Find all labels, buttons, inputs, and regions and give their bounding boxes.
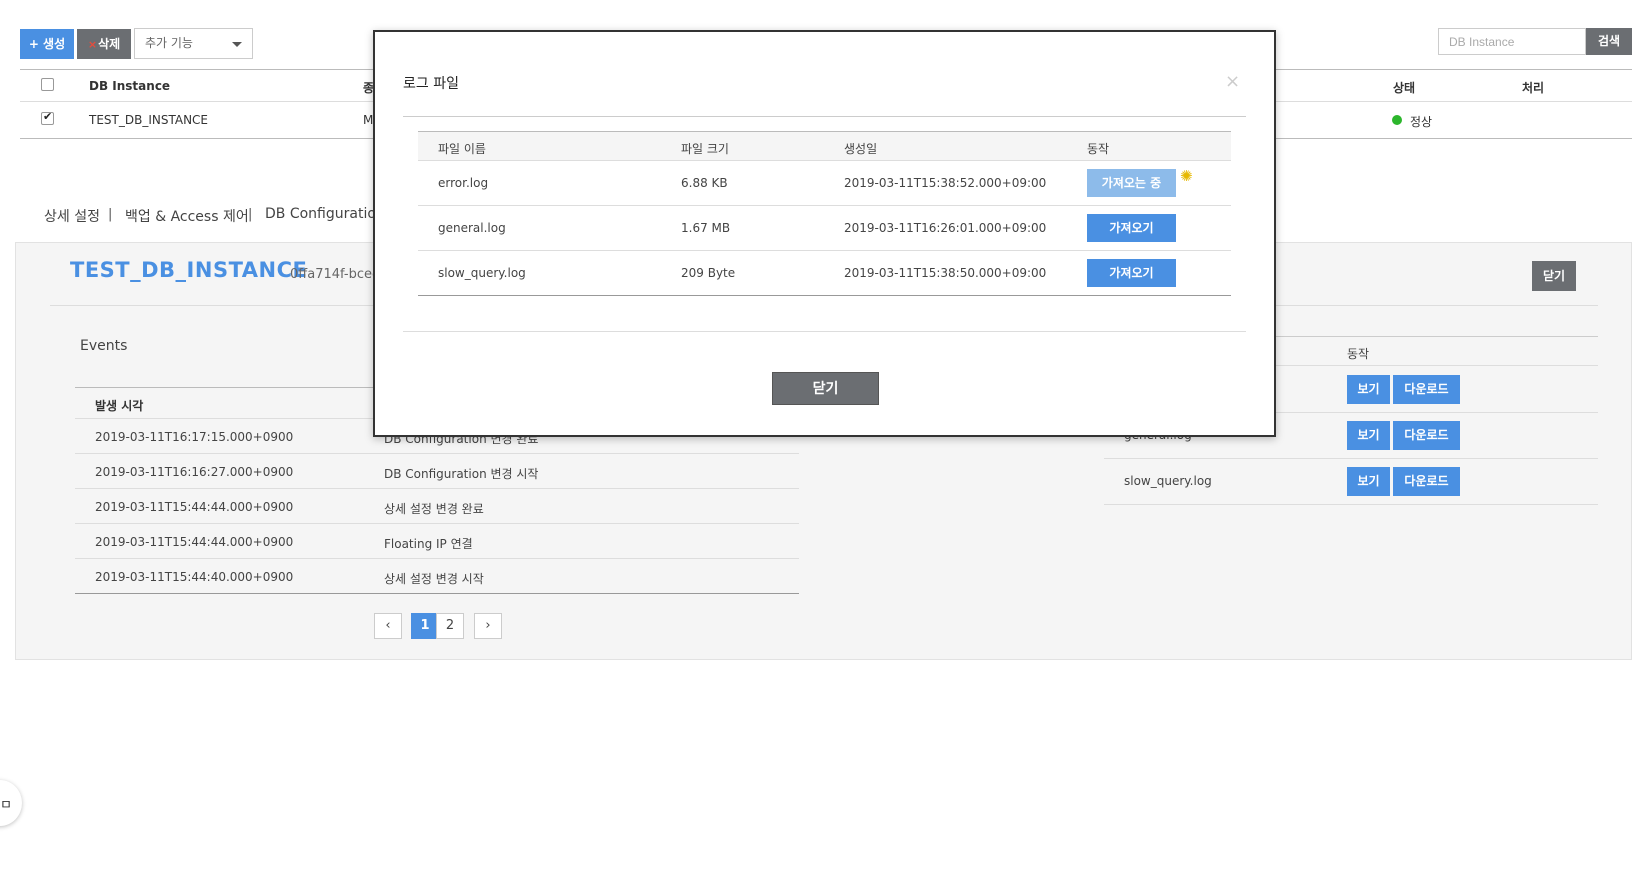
pagination-next-button[interactable]: › [474, 613, 502, 639]
table-row: 2019-03-11T15:44:44.000+0900 Floating IP … [75, 524, 799, 559]
create-button[interactable]: + 생성 [20, 29, 74, 59]
col-header-file-name: 파일 이름 [438, 142, 486, 156]
col-header-db-instance: DB Instance [89, 79, 171, 93]
download-button[interactable]: 다운로드 [1393, 375, 1460, 404]
tab-separator: | [108, 207, 113, 222]
instance-name[interactable]: TEST_DB_INSTANCE [89, 113, 208, 127]
tab-backup-access[interactable]: 백업 & Access 제어 [125, 206, 249, 226]
modal-title: 로그 파일 [403, 76, 459, 92]
search-input[interactable] [1438, 28, 1586, 55]
detail-title: TEST_DB_INSTANCE [70, 258, 308, 282]
floating-side-button[interactable]: ㅁ [0, 780, 22, 826]
pagination-page-2[interactable]: 2 [436, 613, 464, 639]
file-size: 209 Byte [681, 266, 736, 280]
row-checkbox[interactable] [41, 110, 54, 125]
event-time: 2019-03-11T15:44:40.000+0900 [95, 570, 294, 584]
bg-log-name: slow_query.log [1124, 474, 1212, 488]
view-button[interactable]: 보기 [1347, 421, 1390, 450]
tab-separator: | [248, 207, 253, 222]
event-time: 2019-03-11T16:16:27.000+0900 [95, 465, 294, 479]
event-message: Floating IP 연결 [384, 537, 473, 551]
download-button[interactable]: 다운로드 [1393, 421, 1460, 450]
table-row: general.log 1.67 MB 2019-03-11T16:26:01.… [418, 206, 1231, 251]
file-created: 2019-03-11T16:26:01.000+09:00 [844, 221, 1047, 235]
delete-button[interactable]: ×삭제 [77, 29, 131, 59]
modal-divider [403, 116, 1246, 117]
download-button[interactable]: 다운로드 [1393, 467, 1460, 496]
table-row: slow_query.log 209 Byte 2019-03-11T15:38… [418, 251, 1231, 296]
extra-functions-select[interactable]: 추가 기능 [134, 28, 253, 59]
fetching-button: 가져오는 중 [1087, 169, 1176, 197]
tab-db-configuration[interactable]: DB Configuratio [265, 206, 376, 222]
detail-instance-id: 0ffa714f-bcee [290, 267, 380, 282]
col-header-action: 동작 [1347, 347, 1370, 361]
col-header-status: 상태 [1393, 81, 1416, 95]
status-ok-icon [1392, 115, 1402, 125]
tab-detail-settings[interactable]: 상세 설정 [44, 206, 100, 226]
col-header-process: 처리 [1522, 81, 1545, 95]
events-label: Events [80, 338, 128, 354]
delete-label: 삭제 [98, 37, 121, 51]
col-header-time: 발생 시각 [95, 399, 144, 413]
select-all-checkbox[interactable] [41, 78, 54, 91]
view-button[interactable]: 보기 [1347, 375, 1390, 404]
square-icon: ㅁ [0, 798, 12, 813]
pagination-prev-button[interactable]: ‹ [374, 613, 402, 639]
col-header-action: 동작 [1087, 142, 1110, 156]
delete-x-icon: × [87, 38, 98, 51]
event-time: 2019-03-11T16:17:15.000+0900 [95, 430, 294, 444]
fetch-button[interactable]: 가져오기 [1087, 259, 1176, 287]
view-button[interactable]: 보기 [1347, 467, 1390, 496]
chevron-down-icon [232, 42, 242, 47]
table-row: 2019-03-11T16:16:27.000+0900 DB Configura… [75, 454, 799, 489]
log-table-header: 파일 이름 파일 크기 생성일 동작 [418, 131, 1231, 161]
detail-close-button[interactable]: 닫기 [1532, 261, 1576, 291]
col-header-created: 생성일 [844, 142, 878, 156]
col-header-file-size: 파일 크기 [681, 142, 729, 156]
event-message: DB Configuration 변경 시작 [384, 467, 539, 481]
event-message: 상세 설정 변경 시작 [384, 572, 484, 586]
file-name: error.log [438, 176, 489, 190]
table-row: error.log 6.88 KB 2019-03-11T15:38:52.00… [418, 161, 1231, 206]
extra-select-label: 추가 기능 [145, 36, 193, 50]
table-row: 2019-03-11T15:44:40.000+0900 상세 설정 변경 시작 [75, 559, 799, 594]
file-created: 2019-03-11T15:38:50.000+09:00 [844, 266, 1047, 280]
file-created: 2019-03-11T15:38:52.000+09:00 [844, 176, 1047, 190]
file-name: slow_query.log [438, 266, 526, 280]
close-icon[interactable]: × [1225, 71, 1240, 92]
modal-close-button[interactable]: 닫기 [772, 372, 879, 405]
file-name: general.log [438, 221, 506, 235]
event-time: 2019-03-11T15:44:44.000+0900 [95, 535, 294, 549]
table-row: 2019-03-11T15:44:44.000+0900 상세 설정 변경 완료 [75, 489, 799, 524]
event-time: 2019-03-11T15:44:44.000+0900 [95, 500, 294, 514]
event-message: 상세 설정 변경 완료 [384, 502, 484, 516]
file-size: 6.88 KB [681, 176, 728, 190]
loading-spinner-icon: ✺ [1180, 167, 1193, 185]
fetch-button[interactable]: 가져오기 [1087, 214, 1176, 242]
instance-type-partial: M [363, 113, 374, 127]
search-button[interactable]: 검색 [1586, 28, 1632, 55]
file-size: 1.67 MB [681, 221, 731, 235]
modal-divider [403, 331, 1246, 332]
table-row: slow_query.log 보기 다운로드 [1104, 459, 1598, 505]
status-text: 정상 [1410, 115, 1433, 129]
pagination-page-1[interactable]: 1 [411, 613, 439, 639]
